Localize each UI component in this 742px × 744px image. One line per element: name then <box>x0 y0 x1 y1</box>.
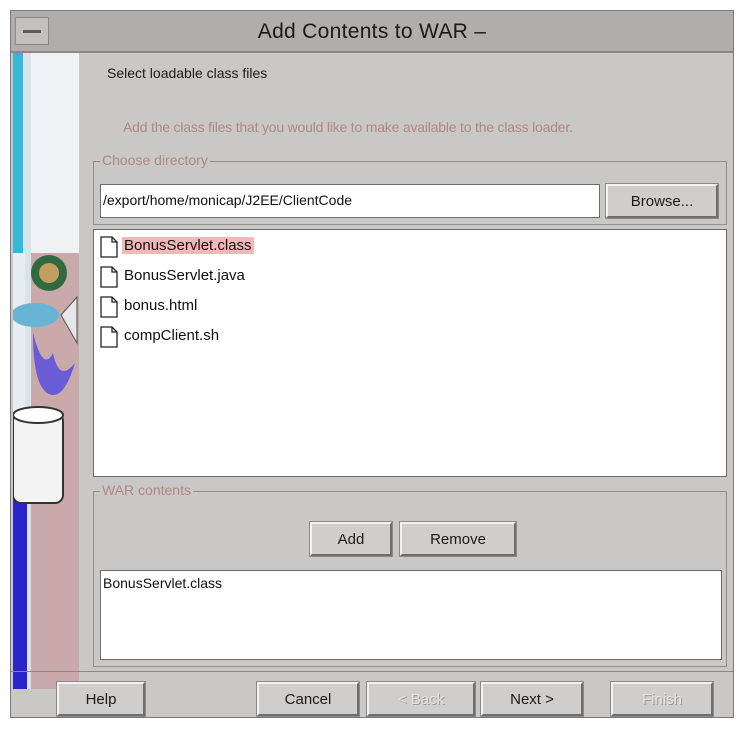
wizard-button-bar: Help Cancel < Back Next > Finish <box>11 671 733 718</box>
wizard-side-graphic <box>13 53 79 689</box>
file-name: bonus.html <box>124 297 198 314</box>
file-name: BonusServlet.java <box>124 267 245 284</box>
step-heading: Select loadable class files <box>107 65 268 81</box>
step-instruction: Add the class files that you would like … <box>123 119 573 135</box>
document-icon <box>100 266 118 288</box>
window-title: Add Contents to WAR – <box>257 20 487 43</box>
file-name: compClient.sh <box>124 327 220 344</box>
title-bar[interactable]: Add Contents to WAR – <box>11 11 733 53</box>
war-contents-list[interactable]: BonusServlet.class <box>100 570 722 660</box>
file-list[interactable]: BonusServlet.class BonusServlet.java bon… <box>93 229 727 477</box>
dialog-window: Add Contents to WAR – Select loadable cl… <box>10 10 734 718</box>
browse-button[interactable]: Browse... <box>605 183 719 219</box>
list-item[interactable]: compClient.sh <box>100 324 400 350</box>
next-button[interactable]: Next > <box>480 681 584 717</box>
list-item[interactable]: BonusServlet.java <box>100 264 400 290</box>
choose-directory-group: Choose directory /export/home/monicap/J2… <box>93 152 727 225</box>
cancel-button[interactable]: Cancel <box>256 681 360 717</box>
document-icon <box>100 326 118 348</box>
list-item[interactable]: BonusServlet.class <box>103 575 222 591</box>
choose-directory-label: Choose directory <box>100 152 210 168</box>
document-icon <box>100 296 118 318</box>
remove-button[interactable]: Remove <box>399 521 517 557</box>
back-button[interactable]: < Back <box>366 681 476 717</box>
document-icon <box>100 236 118 258</box>
directory-path-field[interactable]: /export/home/monicap/J2EE/ClientCode <box>100 184 600 218</box>
directory-path-value: /export/home/monicap/J2EE/ClientCode <box>103 192 353 208</box>
help-button[interactable]: Help <box>56 681 146 717</box>
war-contents-label: WAR contents <box>100 482 193 498</box>
list-item[interactable]: bonus.html <box>100 294 400 320</box>
file-name: BonusServlet.class <box>122 237 254 254</box>
add-button[interactable]: Add <box>309 521 393 557</box>
war-contents-group: WAR contents Add Remove BonusServlet.cla… <box>93 482 727 667</box>
finish-button[interactable]: Finish <box>610 681 714 717</box>
list-item[interactable]: BonusServlet.class <box>100 234 400 260</box>
